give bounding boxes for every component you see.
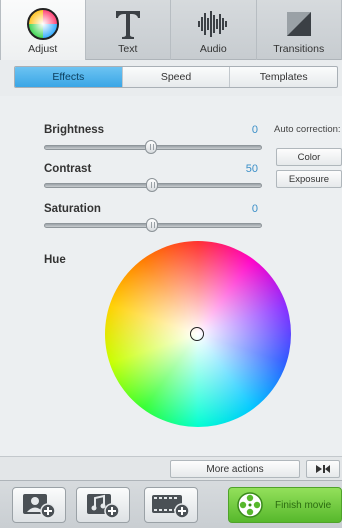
add-video-icon (152, 495, 190, 519)
add-image-icon (23, 494, 56, 519)
contrast-label: Contrast (44, 163, 92, 175)
hue-label: Hue (44, 254, 66, 266)
brightness-slider-thumb[interactable] (145, 140, 157, 154)
text-t-icon (110, 6, 146, 42)
add-music-button[interactable] (76, 487, 130, 523)
finish-movie-label: Finish movie (275, 499, 332, 511)
color-circle-icon (25, 6, 61, 42)
tab-adjust-label: Adjust (28, 43, 58, 55)
tab-text-label: Text (118, 43, 138, 55)
add-video-button[interactable] (144, 487, 198, 523)
saturation-value: 0 (251, 203, 258, 215)
panel-toggle-icon[interactable] (306, 460, 340, 478)
auto-exposure-button[interactable]: Exposure (276, 170, 342, 188)
adjust-subtabs: Effects Speed Templates (14, 66, 338, 88)
auto-correction-label: Auto correction: (274, 124, 341, 135)
tab-adjust[interactable]: Adjust (0, 0, 86, 60)
hue-wheel-cursor[interactable] (190, 327, 204, 341)
saturation-slider-thumb[interactable] (146, 218, 158, 232)
tab-transitions-label: Transitions (273, 43, 325, 55)
saturation-label: Saturation (44, 203, 101, 215)
tab-audio-label: Audio (199, 43, 227, 55)
auto-color-button[interactable]: Color (276, 148, 342, 166)
add-music-icon (87, 494, 120, 519)
add-image-button[interactable] (12, 487, 66, 523)
subtab-speed[interactable]: Speed (123, 67, 231, 87)
actions-bar: More actions (0, 456, 342, 480)
bottom-toolbar: Finish movie (0, 480, 342, 528)
film-reel-icon (237, 492, 263, 518)
brightness-value: 0 (251, 124, 258, 136)
contrast-slider-thumb[interactable] (146, 178, 158, 192)
tab-transitions[interactable]: Transitions (257, 0, 342, 60)
more-actions-button[interactable]: More actions (170, 460, 300, 478)
subtab-effects[interactable]: Effects (15, 67, 123, 87)
finish-movie-button[interactable]: Finish movie (228, 487, 342, 523)
brightness-label: Brightness (44, 124, 105, 136)
transition-icon (281, 6, 317, 42)
tab-text[interactable]: Text (86, 0, 171, 60)
audio-waveform-icon (195, 6, 231, 42)
subtab-templates[interactable]: Templates (230, 67, 337, 87)
contrast-value: 50 (245, 163, 258, 175)
main-tabs: Adjust Text Audio Transitions (0, 0, 342, 60)
tab-audio[interactable]: Audio (171, 0, 257, 60)
